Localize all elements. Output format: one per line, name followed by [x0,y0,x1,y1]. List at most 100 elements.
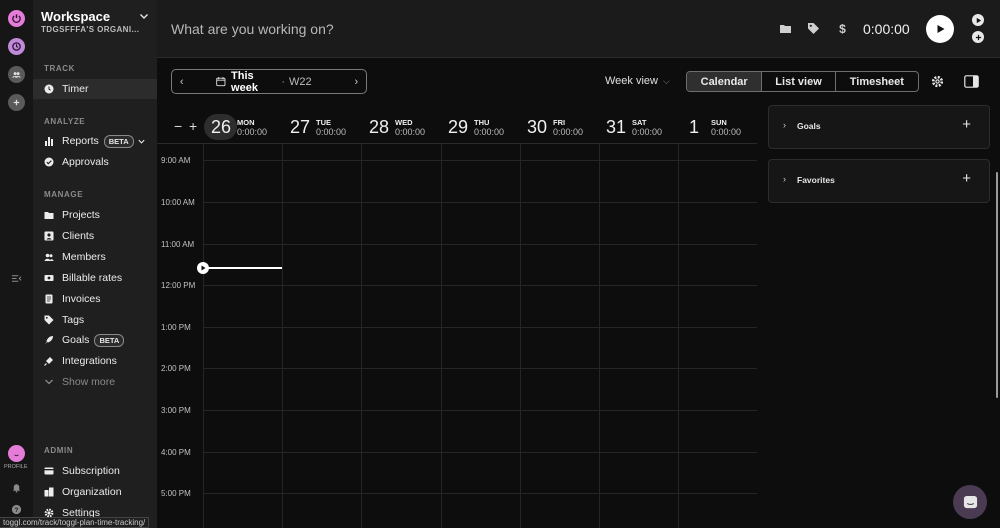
avatar[interactable] [8,445,25,462]
team-icon[interactable] [8,66,25,83]
hour-label: 9:00 AM [161,156,191,165]
hour-gridline [203,410,757,411]
week-label: This week [231,69,258,94]
day-column-divider [520,144,521,528]
day-total: 0:00:00 [474,127,505,137]
timer-mode-button[interactable] [972,14,984,26]
hour-label: 4:00 PM [161,448,191,457]
folder-icon [44,210,54,220]
zoom-out-button[interactable]: − [174,118,182,134]
timer-app-icon[interactable] [8,38,25,55]
sidebar-item-label: Reports [62,135,99,147]
hour-gridline [203,327,757,328]
day-total: 0:00:00 [395,127,426,137]
rocket-icon [44,335,54,345]
collapse-sidebar-icon[interactable] [8,270,25,287]
sidebar-item-subscription[interactable]: Subscription [33,461,157,481]
timer-bar: What are you working on? $ 0:00:00 [157,0,1000,58]
day-column-divider [678,144,679,528]
sidebar-item-label: Goals [62,334,90,346]
tab-timesheet[interactable]: Timesheet [836,72,918,91]
billable-dollar-icon[interactable]: $ [836,22,849,35]
tab-list-view[interactable]: List view [762,72,836,91]
section-manage: MANAGE [44,190,84,199]
sidebar-item-organization[interactable]: Organization [33,482,157,502]
sidebar-item-tags[interactable]: Tags [33,310,157,330]
chevron-right-icon[interactable]: › [783,174,786,184]
current-time-indicator [207,267,282,269]
previous-week-button[interactable]: ‹ [172,76,191,88]
start-timer-button[interactable] [926,15,954,43]
sidebar: Workspace TDGSFFFA'S ORGANI... TRACK Tim… [33,0,157,528]
tab-calendar[interactable]: Calendar [687,72,763,91]
sidebar-item-goals[interactable]: Goals BETA [33,330,157,350]
zoom-in-button[interactable]: + [189,118,197,134]
tag-icon [44,315,54,325]
sidebar-show-more[interactable]: Show more [33,372,157,392]
manual-mode-button[interactable] [972,31,984,43]
day-number: 29 [448,117,469,137]
sidebar-item-label: Clients [62,230,95,242]
add-workspace-icon[interactable] [8,94,25,111]
day-number: 28 [369,117,390,137]
day-total: 0:00:00 [316,127,347,137]
day-column-divider [282,144,283,528]
gear-icon[interactable] [931,75,944,88]
sidebar-item-reports[interactable]: Reports BETA [33,131,157,151]
power-icon[interactable] [8,10,25,27]
day-column-divider [361,144,362,528]
day-number: 31 [606,117,627,137]
description-input[interactable]: What are you working on? [171,21,334,37]
sidebar-item-invoices[interactable]: Invoices [33,289,157,309]
workspace-title[interactable]: Workspace [41,9,110,24]
chat-support-button[interactable] [953,485,987,519]
sidebar-item-clients[interactable]: Clients [33,226,157,246]
sidebar-item-label: Show more [62,376,116,388]
section-admin: ADMIN [44,446,74,455]
next-week-button[interactable]: › [347,76,366,88]
sidebar-item-label: Projects [62,209,100,221]
week-picker[interactable]: ‹ This week · W22 › [171,69,367,94]
calendar-grid[interactable]: 9:00 AM 10:00 AM 11:00 AM 12:00 PM 1:00 … [157,144,757,528]
beta-badge: BETA [94,333,125,347]
hour-label: 3:00 PM [161,406,191,415]
favorites-panel[interactable]: › Favorites + [768,159,990,203]
project-folder-icon[interactable] [779,22,792,35]
sidebar-item-approvals[interactable]: Approvals [33,152,157,172]
sidebar-item-timer[interactable]: Timer [33,79,157,99]
sidebar-item-integrations[interactable]: Integrations [33,351,157,371]
bell-icon[interactable] [8,479,25,496]
chevron-right-icon[interactable]: › [783,120,786,130]
side-panel-toggle-icon[interactable] [964,75,979,88]
play-icon [976,17,981,23]
check-circle-icon [44,157,54,167]
hour-label: 11:00 AM [161,240,195,249]
client-card-icon [44,231,54,241]
tag-icon[interactable] [807,22,820,35]
help-icon[interactable]: ? [8,501,25,518]
sidebar-item-members[interactable]: Members [33,247,157,267]
chevron-down-icon: ⌵ [662,76,670,86]
day-name: TUE [316,118,331,127]
sidebar-item-label: Subscription [62,465,120,477]
chat-icon [963,495,977,508]
chevron-down-icon[interactable] [138,10,150,22]
day-name: FRI [553,118,566,127]
view-select[interactable]: Week view ⌵ [605,75,670,87]
day-column-divider [599,144,600,528]
add-favorite-button[interactable]: + [962,170,971,187]
add-goal-button[interactable]: + [962,116,971,133]
app-rail: PROFILE ? [0,0,33,528]
sidebar-item-billable-rates[interactable]: Billable rates [33,268,157,288]
goals-panel[interactable]: › Goals + [768,105,990,149]
organization-name[interactable]: TDGSFFFA'S ORGANI... [41,25,139,34]
scrollbar[interactable] [996,172,998,398]
plus-icon [975,34,981,40]
svg-text:$: $ [839,22,846,35]
chevron-down-icon[interactable] [137,137,146,146]
credit-card-icon [44,466,54,476]
sidebar-item-projects[interactable]: Projects [33,205,157,225]
hour-gridline [203,452,757,453]
sidebar-item-label: Billable rates [62,272,123,284]
sidebar-item-label: Invoices [62,293,101,305]
